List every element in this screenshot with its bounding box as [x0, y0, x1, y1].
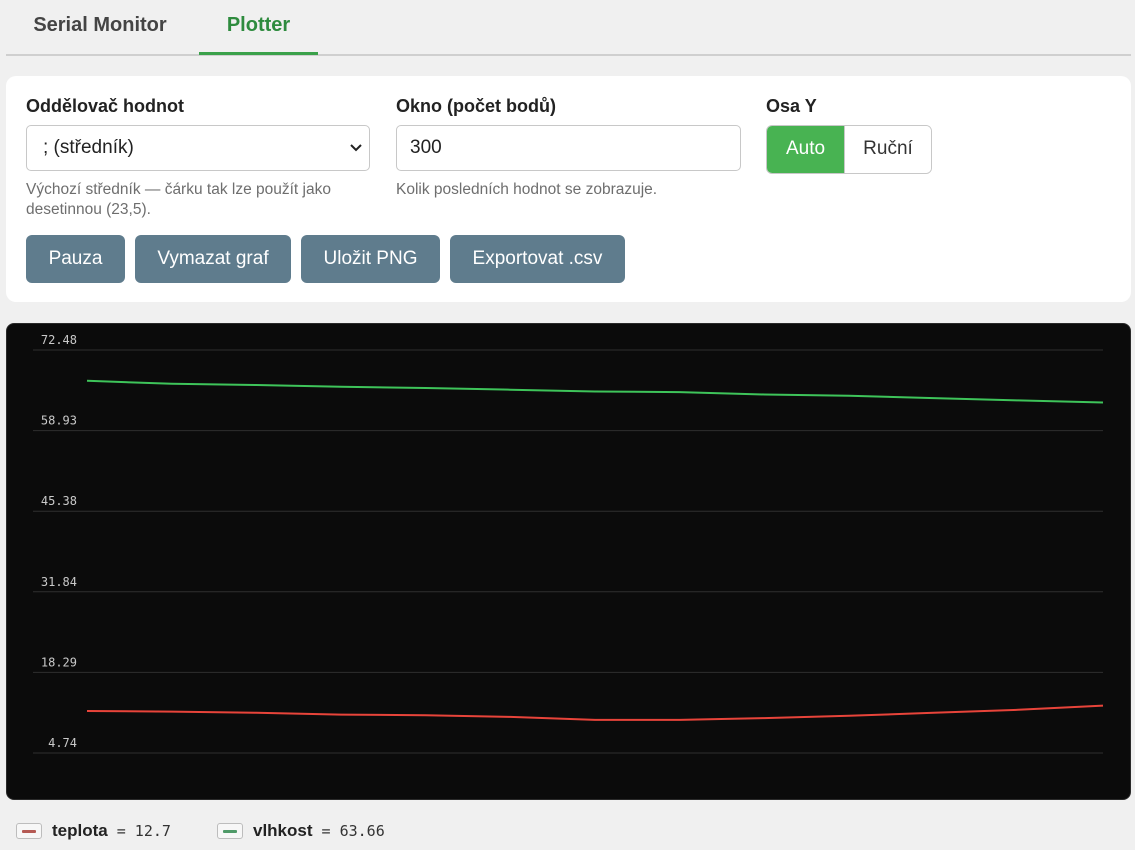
y-tick-label: 31.84 [41, 575, 77, 589]
window-label: Okno (počet bodů) [396, 96, 556, 116]
separator-hint: Výchozí středník — čárku tak lze použít … [26, 181, 331, 218]
plot-canvas: 72.48 58.93 45.38 31.84 18.29 4.74 [6, 323, 1131, 800]
line-chart: 72.48 58.93 45.38 31.84 18.29 4.74 [33, 333, 1104, 754]
legend-value: = 12.7 [116, 822, 171, 840]
plotter-settings-card: Oddělovač hodnot ; (středník) Výchozí st… [6, 76, 1131, 302]
tab-bar: Serial Monitor Plotter [6, 0, 1131, 56]
pause-button[interactable]: Pauza [26, 235, 125, 283]
window-size-input[interactable]: 300 [396, 125, 741, 171]
y-tick-label: 18.29 [41, 655, 77, 669]
y-tick-label: 4.74 [48, 736, 77, 750]
yaxis-manual-button[interactable]: Ruční [844, 126, 931, 173]
tab-serial-monitor[interactable]: Serial Monitor [14, 0, 186, 52]
legend-name: teplota [52, 821, 108, 840]
clear-chart-button[interactable]: Vymazat graf [135, 235, 291, 283]
teplota-swatch-icon [16, 823, 42, 839]
chevron-down-icon [350, 144, 362, 152]
yaxis-label: Osa Y [766, 96, 817, 116]
tab-plotter[interactable]: Plotter [199, 0, 318, 55]
window-hint: Kolik posledních hodnot se zobrazuje. [396, 181, 658, 198]
legend-name: vlhkost [253, 821, 313, 840]
y-tick-label: 58.93 [41, 414, 77, 428]
vlhkost-swatch-icon [217, 823, 243, 839]
separator-select-value: ; (středník) [43, 137, 134, 158]
legend-item-teplota: teplota = 12.7 [16, 816, 171, 846]
y-tick-label: 45.38 [41, 494, 77, 508]
legend-item-vlhkost: vlhkost = 63.66 [217, 816, 385, 846]
separator-label: Oddělovač hodnot [26, 96, 185, 116]
series-line-vlhkost [86, 379, 1104, 404]
separator-select[interactable]: ; (středník) [26, 125, 370, 171]
yaxis-auto-button[interactable]: Auto [767, 126, 844, 173]
legend-value: = 63.66 [321, 822, 385, 840]
export-csv-button[interactable]: Exportovat .csv [450, 235, 625, 283]
save-png-button[interactable]: Uložit PNG [301, 235, 440, 283]
series-line-teplota [86, 704, 1104, 721]
y-tick-label: 72.48 [41, 333, 77, 347]
yaxis-mode-toggle: Auto Ruční [766, 125, 932, 174]
